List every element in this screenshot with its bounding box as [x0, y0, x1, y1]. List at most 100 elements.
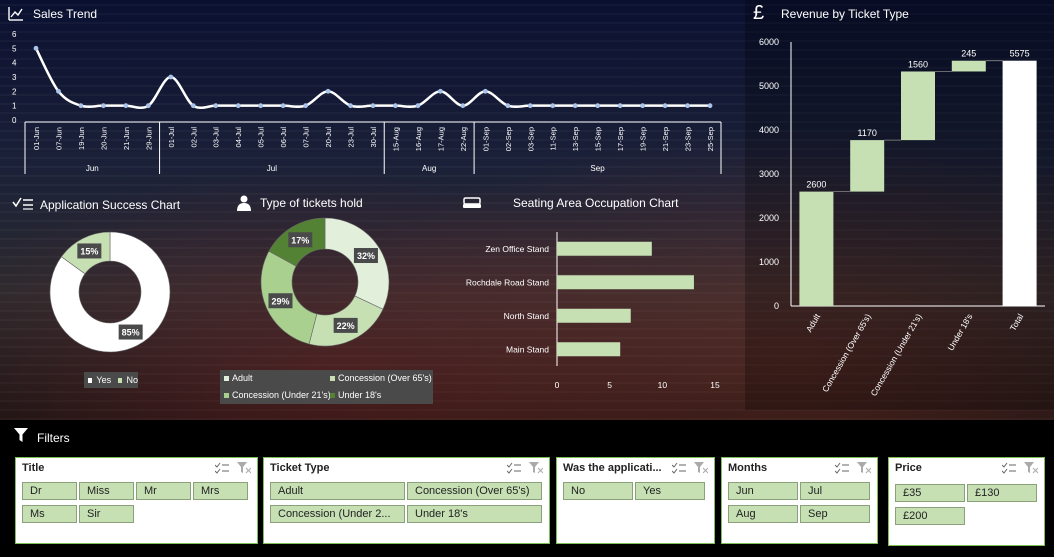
data-point: [640, 103, 645, 109]
data-point: [213, 103, 219, 109]
y-tick-label: Zen Office Stand: [485, 244, 549, 254]
x-tick-label: Under 18's: [945, 312, 974, 352]
slicer-item-under-21[interactable]: Concession (Under 2...: [270, 505, 405, 523]
legend-label: Concession (Under 21's): [232, 390, 331, 400]
multi-select-icon[interactable]: [834, 461, 849, 474]
data-point: [101, 103, 106, 109]
x-tick-label: 23-Sep: [684, 127, 693, 151]
slicer-item-under-18[interactable]: Under 18's: [407, 505, 542, 523]
seating-panel: Seating Area Occupation Chart Zen Office…: [445, 190, 740, 415]
slicer-item-jul[interactable]: Jul: [800, 482, 870, 500]
clear-filter-icon[interactable]: [1024, 461, 1039, 474]
seat-icon: [463, 197, 481, 208]
legend-swatch: [330, 392, 335, 398]
clear-filter-icon[interactable]: [237, 461, 252, 474]
x-tick-label: 17-Aug: [436, 127, 445, 151]
slicer-item-sir[interactable]: Sir: [79, 505, 134, 523]
slicer-item-adult[interactable]: Adult: [270, 482, 405, 500]
data-point: [505, 103, 511, 109]
data-label: 5575: [1010, 49, 1030, 59]
x-tick-label: 22-Aug: [459, 127, 468, 151]
multi-select-icon[interactable]: [506, 461, 521, 474]
filter-icon: [14, 428, 28, 442]
data-point: [415, 103, 421, 109]
y-tick-label: 4000: [759, 125, 779, 135]
x-tick-label: 21-Sep: [661, 127, 670, 151]
x-tick-label: 07-Jul: [302, 127, 311, 148]
y-tick-label: 5: [12, 44, 17, 53]
months-slicer: Months Jun Jul Aug Sep: [721, 457, 878, 544]
data-label: 245: [961, 49, 976, 59]
data-label: 15%: [80, 246, 98, 256]
ticket-type-slicer-header: Ticket Type: [270, 462, 330, 474]
slicer-item-no[interactable]: No: [563, 482, 633, 500]
revenue-waterfall-chart: 6000 5000 4000 3000 2000 1000 0 2600 Adult 1170 Co…: [759, 37, 1045, 398]
data-label: 29%: [271, 296, 289, 306]
slicer-item-ms[interactable]: Ms: [22, 505, 77, 523]
clear-filter-icon[interactable]: [857, 461, 872, 474]
slicer-item-miss[interactable]: Miss: [79, 482, 134, 500]
data-point: [370, 103, 376, 109]
x-tick-label: 19-Jun: [77, 127, 86, 150]
slicer-item-dr[interactable]: Dr: [22, 482, 77, 500]
application-slicer-header: Was the applicati...: [563, 462, 662, 474]
revenue-panel: £ Revenue by Ticket Type 6000 5000 4000 300…: [745, 0, 1054, 410]
legend-swatch-yes: [88, 377, 93, 383]
data-label: 2600: [806, 180, 826, 190]
waterfall-bar: [1002, 60, 1037, 307]
legend-label-yes: Yes: [96, 375, 112, 385]
data-point: [595, 103, 601, 109]
data-point: [258, 103, 264, 109]
slicer-item-yes[interactable]: Yes: [635, 482, 705, 500]
y-tick-label: 1000: [759, 257, 779, 267]
slicer-item-mr[interactable]: Mr: [136, 482, 191, 500]
waterfall-bar: [951, 60, 986, 72]
data-point: [33, 45, 39, 51]
checklist-icon: [12, 197, 33, 210]
slicer-item-sep[interactable]: Sep: [800, 505, 870, 523]
legend-item-under-18: Under 18's: [330, 390, 381, 400]
multi-select-icon[interactable]: [214, 461, 229, 474]
clear-filter-icon[interactable]: [694, 461, 709, 474]
y-tick-label: 3000: [759, 169, 779, 179]
slicer-item-aug[interactable]: Aug: [728, 505, 798, 523]
slicer-item-jun[interactable]: Jun: [728, 482, 798, 500]
price-slicer: Price £35 £130 £200: [888, 457, 1045, 546]
y-tick-label: 2000: [759, 213, 779, 223]
x-tick-label: 04-Jul: [234, 127, 243, 148]
month-group-label: Sep: [590, 164, 605, 173]
data-point: [482, 88, 488, 94]
clear-filter-icon[interactable]: [529, 461, 544, 474]
legend-item-adult: Adult: [224, 373, 253, 383]
y-tick-label: 5000: [759, 81, 779, 91]
slicer-item-130[interactable]: £130: [967, 484, 1037, 502]
x-tick-label: 02-Jul: [189, 127, 198, 148]
legend-swatch: [224, 375, 229, 381]
data-point: [325, 88, 331, 94]
multi-select-icon[interactable]: [1001, 461, 1016, 474]
data-point: [145, 103, 151, 109]
legend-swatch-no: [118, 377, 123, 383]
data-point: [438, 88, 443, 94]
multi-select-icon[interactable]: [671, 461, 686, 474]
x-tick-label: Adult: [804, 311, 823, 333]
slicer-item-mrs[interactable]: Mrs: [193, 482, 248, 500]
x-tick-label: 03-Jul: [212, 127, 221, 148]
x-tick-label: 30-Jul: [369, 127, 378, 148]
slicer-item-35[interactable]: £35: [895, 484, 965, 502]
person-icon: [237, 195, 251, 211]
slicer-item-over-65[interactable]: Concession (Over 65's): [407, 482, 542, 500]
legend-label: Concession (Over 65's): [338, 373, 432, 383]
data-point: [56, 88, 61, 94]
y-tick-label: 2: [12, 87, 17, 96]
x-tick-label: 20-Jul: [324, 127, 333, 148]
x-tick-label: 05-Jul: [257, 127, 266, 148]
seating-title: Seating Area Occupation Chart: [513, 196, 679, 210]
x-tick-label: 07-Jun: [54, 127, 63, 150]
data-point: [527, 103, 533, 109]
slicer-item-200[interactable]: £200: [895, 507, 965, 525]
x-tick-label: 10: [658, 380, 668, 390]
y-tick-label: 0: [774, 301, 779, 311]
application-success-title: Application Success Chart: [40, 198, 181, 212]
seating-bar: [557, 275, 694, 290]
